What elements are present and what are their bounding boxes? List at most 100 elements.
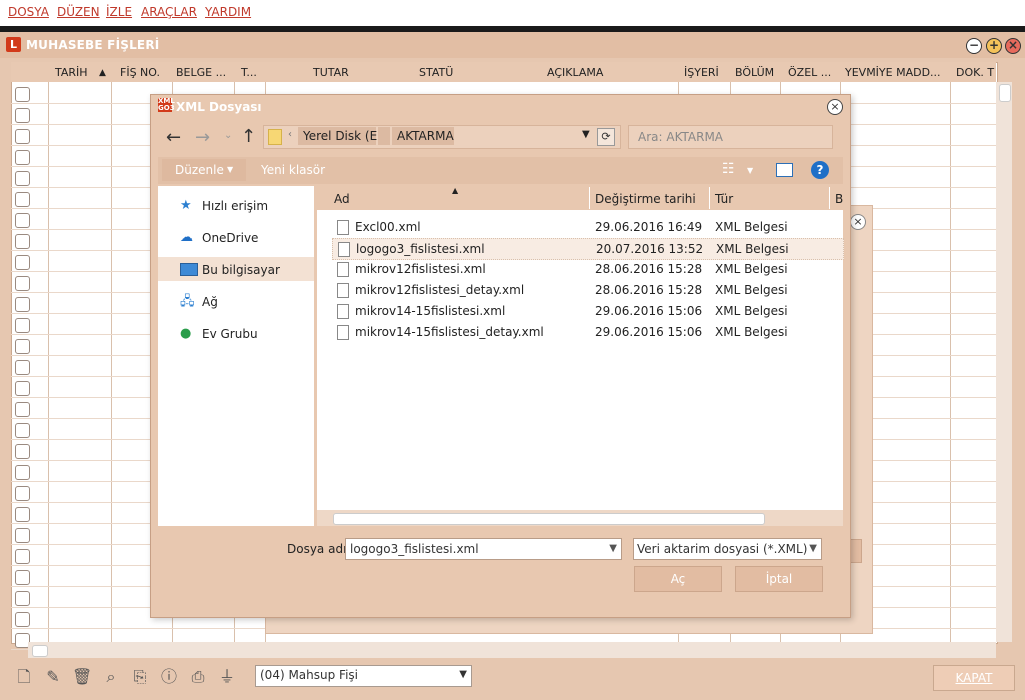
- refresh-icon[interactable]: ⟳: [597, 128, 615, 146]
- row-checkbox[interactable]: [15, 129, 30, 144]
- col-t[interactable]: T...: [241, 66, 257, 79]
- file-row[interactable]: mikrov14-15fislistesi_detay.xml 29.06.201…: [332, 322, 842, 342]
- row-checkbox[interactable]: [15, 549, 30, 564]
- close-icon[interactable]: ×: [1005, 38, 1021, 54]
- row-checkbox[interactable]: [15, 465, 30, 480]
- row-checkbox[interactable]: [15, 591, 30, 606]
- nav-hizli-erisim[interactable]: Hızlı erişim: [202, 199, 268, 213]
- open-button[interactable]: Aç: [634, 566, 722, 592]
- file-row[interactable]: logogo3_fislistesi.xml 20.07.2016 13:52 XM…: [332, 238, 844, 260]
- horizontal-scrollbar[interactable]: [28, 642, 996, 658]
- nav-ev-grubu[interactable]: Ev Grubu: [202, 327, 258, 341]
- file-row[interactable]: mikrov14-15fislistesi.xml 29.06.2016 15:0…: [332, 301, 842, 321]
- col-dok[interactable]: DOK. T: [956, 66, 994, 79]
- row-checkbox[interactable]: [15, 318, 30, 333]
- chevron-down-icon[interactable]: ▼: [747, 166, 753, 175]
- filename-input[interactable]: logogo3_fislistesi.xml ▼: [345, 538, 622, 560]
- print-icon[interactable]: ⎙: [188, 667, 208, 687]
- preview-icon[interactable]: ⌕: [101, 667, 121, 687]
- nav-ag[interactable]: Ağ: [202, 295, 218, 309]
- chevron-down-icon[interactable]: ▼: [459, 669, 467, 680]
- copy-icon[interactable]: ⎘: [130, 667, 150, 687]
- row-checkbox[interactable]: [15, 570, 30, 585]
- history-icon[interactable]: ⌄: [224, 130, 232, 141]
- close-icon[interactable]: ×: [850, 214, 866, 230]
- new-document-icon[interactable]: 🗋: [14, 667, 34, 687]
- view-options-icon[interactable]: ☷: [722, 161, 735, 177]
- col-fis-no[interactable]: FİŞ NO.: [120, 66, 160, 79]
- row-checkbox[interactable]: [15, 276, 30, 291]
- row-checkbox[interactable]: [15, 423, 30, 438]
- row-checkbox[interactable]: [15, 150, 30, 165]
- minimize-icon[interactable]: −: [966, 38, 982, 54]
- back-icon[interactable]: ←: [166, 127, 181, 148]
- info-icon[interactable]: ⓘ: [159, 667, 179, 687]
- col-tur[interactable]: Tür: [715, 192, 733, 206]
- row-checkbox[interactable]: [15, 108, 30, 123]
- col-tutar[interactable]: TUTAR: [313, 66, 349, 79]
- scroll-thumb[interactable]: [333, 513, 765, 525]
- col-ad[interactable]: Ad: [334, 192, 350, 206]
- fis-type-select[interactable]: (04) Mahsup Fişi ▼: [255, 665, 472, 687]
- menu-yardim[interactable]: YARDIM: [205, 5, 251, 19]
- row-checkbox[interactable]: [15, 381, 30, 396]
- chevron-down-icon[interactable]: ▼: [809, 539, 817, 559]
- maximize-icon[interactable]: +: [986, 38, 1002, 54]
- row-checkbox[interactable]: [15, 507, 30, 522]
- file-icon: [337, 220, 349, 235]
- forward-icon[interactable]: →: [195, 127, 210, 148]
- file-row[interactable]: mikrov12fislistesi_detay.xml 28.06.2016 1…: [332, 280, 842, 300]
- file-row[interactable]: Excl00.xml 29.06.2016 16:49 XML Belgesi: [332, 217, 842, 237]
- chevron-down-icon[interactable]: ▼: [582, 129, 590, 140]
- row-checkbox[interactable]: [15, 234, 30, 249]
- sort-asc-icon: ▲: [99, 68, 106, 78]
- col-ozel[interactable]: ÖZEL ...: [788, 66, 831, 79]
- col-tarih[interactable]: TARİH: [55, 66, 88, 79]
- close-icon[interactable]: ×: [827, 99, 843, 115]
- row-checkbox[interactable]: [15, 213, 30, 228]
- col-statu[interactable]: STATÜ: [419, 66, 453, 79]
- nav-onedrive[interactable]: OneDrive: [202, 231, 258, 245]
- row-checkbox[interactable]: [15, 486, 30, 501]
- row-checkbox[interactable]: [15, 87, 30, 102]
- row-checkbox[interactable]: [15, 192, 30, 207]
- vertical-scrollbar[interactable]: [996, 82, 1012, 642]
- preview-pane-icon[interactable]: [776, 163, 793, 177]
- col-isyeri[interactable]: İŞYERİ: [684, 66, 719, 79]
- cancel-button[interactable]: İptal: [735, 566, 823, 592]
- row-checkbox[interactable]: [15, 528, 30, 543]
- menu-duzen[interactable]: DÜZEN: [57, 5, 100, 19]
- up-icon[interactable]: ↑: [241, 126, 256, 147]
- nav-bu-bilgisayar[interactable]: Bu bilgisayar: [202, 263, 280, 277]
- col-belge[interactable]: BELGE ...: [176, 66, 226, 79]
- menu-izle[interactable]: İZLE: [106, 5, 132, 19]
- row-checkbox[interactable]: [15, 444, 30, 459]
- row-checkbox[interactable]: [15, 360, 30, 375]
- menu-araclar[interactable]: ARAÇLAR: [141, 5, 197, 19]
- delete-icon[interactable]: 🗑: [72, 667, 92, 687]
- file-list[interactable]: [317, 186, 843, 526]
- scroll-thumb[interactable]: [999, 84, 1011, 102]
- menu-dosya[interactable]: DOSYA: [8, 5, 49, 19]
- crumb-chevron[interactable]: [378, 127, 390, 145]
- col-bolum[interactable]: BÖLÜM: [735, 66, 774, 79]
- filter-icon[interactable]: ⏚: [217, 667, 237, 687]
- row-checkbox[interactable]: [15, 612, 30, 627]
- chevron-down-icon[interactable]: ▼: [609, 539, 617, 559]
- col-aciklama[interactable]: AÇIKLAMA: [547, 66, 603, 79]
- row-checkbox[interactable]: [15, 171, 30, 186]
- row-checkbox[interactable]: [15, 255, 30, 270]
- col-degistirme-tarihi[interactable]: Değiştirme tarihi: [595, 192, 696, 206]
- help-icon[interactable]: ?: [811, 161, 829, 179]
- scroll-thumb[interactable]: [32, 645, 48, 657]
- row-checkbox[interactable]: [15, 297, 30, 312]
- col-boyut[interactable]: B: [835, 192, 843, 206]
- col-yevmiye[interactable]: YEVMİYE MADD...: [845, 66, 941, 79]
- file-horizontal-scrollbar[interactable]: [317, 510, 843, 526]
- edit-icon[interactable]: ✎: [43, 667, 63, 687]
- row-checkbox[interactable]: [15, 339, 30, 354]
- row-checkbox[interactable]: [15, 402, 30, 417]
- file-type-select[interactable]: Veri aktarim dosyasi (*.XML) ▼: [633, 538, 822, 560]
- file-row[interactable]: mikrov12fislistesi.xml 28.06.2016 15:28 XM…: [332, 259, 842, 279]
- close-button[interactable]: KAPAT: [933, 665, 1015, 691]
